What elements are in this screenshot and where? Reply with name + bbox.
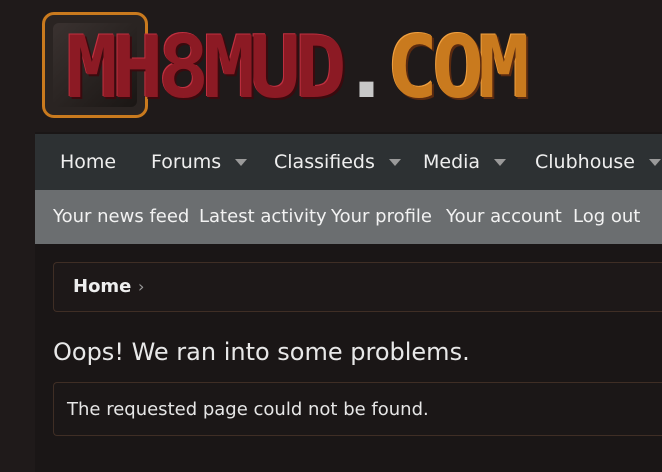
error-message-box: The requested page could not be found. xyxy=(53,382,662,436)
main-nav: Home Forums Classifieds Media Clubhouse xyxy=(35,134,662,190)
nav-home[interactable]: Home xyxy=(60,134,116,190)
nav-classifieds[interactable]: Classifieds xyxy=(274,134,401,190)
sub-nav: Your news feed Latest activity Your prof… xyxy=(35,190,662,244)
chevron-right-icon: › xyxy=(138,277,145,296)
page-title: Oops! We ran into some problems. xyxy=(53,338,470,366)
nav-media[interactable]: Media xyxy=(423,134,507,190)
chevron-down-icon[interactable] xyxy=(648,159,661,166)
logo-text: MH8MUD.COM xyxy=(66,18,530,118)
chevron-down-icon[interactable] xyxy=(388,159,401,166)
site-logo[interactable]: MH8MUD.COM xyxy=(42,12,530,120)
chevron-down-icon[interactable] xyxy=(494,159,507,166)
subnav-your-profile[interactable]: Your profile xyxy=(331,190,432,244)
subnav-your-account[interactable]: Your account xyxy=(446,190,562,244)
breadcrumb-home[interactable]: Home xyxy=(73,263,131,311)
nav-clubhouse[interactable]: Clubhouse xyxy=(535,134,661,190)
error-message: The requested page could not be found. xyxy=(67,399,429,420)
subnav-log-out[interactable]: Log out xyxy=(573,190,640,244)
breadcrumb: Home › xyxy=(53,262,662,312)
subnav-news-feed[interactable]: Your news feed xyxy=(53,190,189,244)
chevron-down-icon[interactable] xyxy=(235,159,248,166)
nav-forums[interactable]: Forums xyxy=(151,134,248,190)
subnav-latest-activity[interactable]: Latest activity xyxy=(199,190,327,244)
